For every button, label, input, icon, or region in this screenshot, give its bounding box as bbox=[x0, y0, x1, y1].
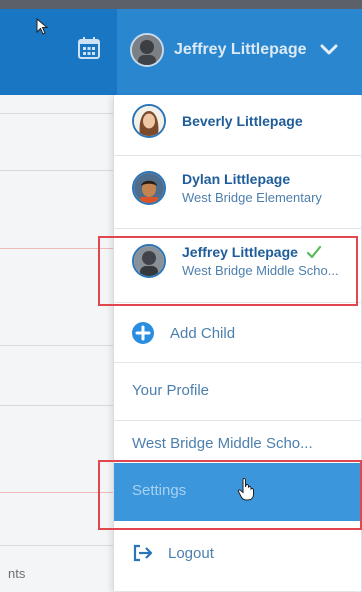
user-switcher-button[interactable]: Jeffrey Littlepage bbox=[130, 30, 338, 70]
calendar-icon bbox=[78, 37, 100, 59]
logout-button[interactable]: Logout bbox=[132, 544, 214, 562]
menu-divider bbox=[114, 302, 361, 303]
background-divider bbox=[0, 170, 116, 171]
background-text: nts bbox=[8, 566, 26, 581]
mouse-pointer-icon bbox=[36, 18, 48, 35]
hand-pointer-icon bbox=[237, 477, 254, 501]
child-name: Beverly Littlepage bbox=[182, 113, 303, 129]
background-divider bbox=[0, 405, 116, 406]
user-dropdown-menu: Beverly Littlepage Dylan Littlepage West… bbox=[113, 95, 361, 591]
menu-divider bbox=[114, 155, 361, 156]
logout-icon bbox=[133, 544, 153, 562]
school-link[interactable]: West Bridge Middle Scho... bbox=[132, 435, 313, 452]
child-name: Jeffrey Littlepage bbox=[182, 244, 339, 260]
add-child-label: Add Child bbox=[170, 324, 236, 342]
child-school: West Bridge Middle Scho... bbox=[182, 263, 339, 278]
settings-menu-item[interactable]: Settings bbox=[114, 463, 361, 521]
chevron-down-icon bbox=[320, 44, 338, 55]
window-top-strip bbox=[0, 0, 362, 9]
child-item-jeffrey[interactable]: Jeffrey Littlepage West Bridge Middle Sc… bbox=[132, 244, 339, 278]
child-item-beverly[interactable]: Beverly Littlepage bbox=[132, 104, 303, 138]
current-user-name: Jeffrey Littlepage bbox=[174, 41, 307, 58]
checkmark-icon bbox=[306, 245, 322, 259]
background-divider bbox=[0, 545, 116, 546]
background-divider bbox=[0, 345, 116, 346]
add-child-button[interactable]: Add Child bbox=[132, 322, 235, 344]
calendar-button[interactable] bbox=[75, 34, 103, 62]
child-school: West Bridge Elementary bbox=[182, 190, 322, 205]
menu-divider bbox=[114, 228, 361, 229]
background-divider bbox=[0, 248, 116, 249]
child-name: Dylan Littlepage bbox=[182, 171, 291, 187]
plus-circle-icon bbox=[132, 322, 154, 344]
child-avatar bbox=[132, 171, 166, 205]
menu-divider bbox=[114, 420, 361, 421]
logout-label: Logout bbox=[168, 544, 214, 562]
background-divider bbox=[0, 492, 116, 493]
child-avatar bbox=[132, 104, 166, 138]
child-item-dylan[interactable]: Dylan Littlepage West Bridge Elementary bbox=[132, 171, 322, 205]
background-divider bbox=[0, 113, 116, 114]
your-profile-link[interactable]: Your Profile bbox=[132, 382, 209, 399]
child-avatar bbox=[132, 244, 166, 278]
menu-divider bbox=[114, 362, 361, 363]
child-name-text: Jeffrey Littlepage bbox=[182, 244, 298, 260]
settings-label: Settings bbox=[132, 482, 187, 499]
current-user-avatar bbox=[130, 33, 164, 67]
